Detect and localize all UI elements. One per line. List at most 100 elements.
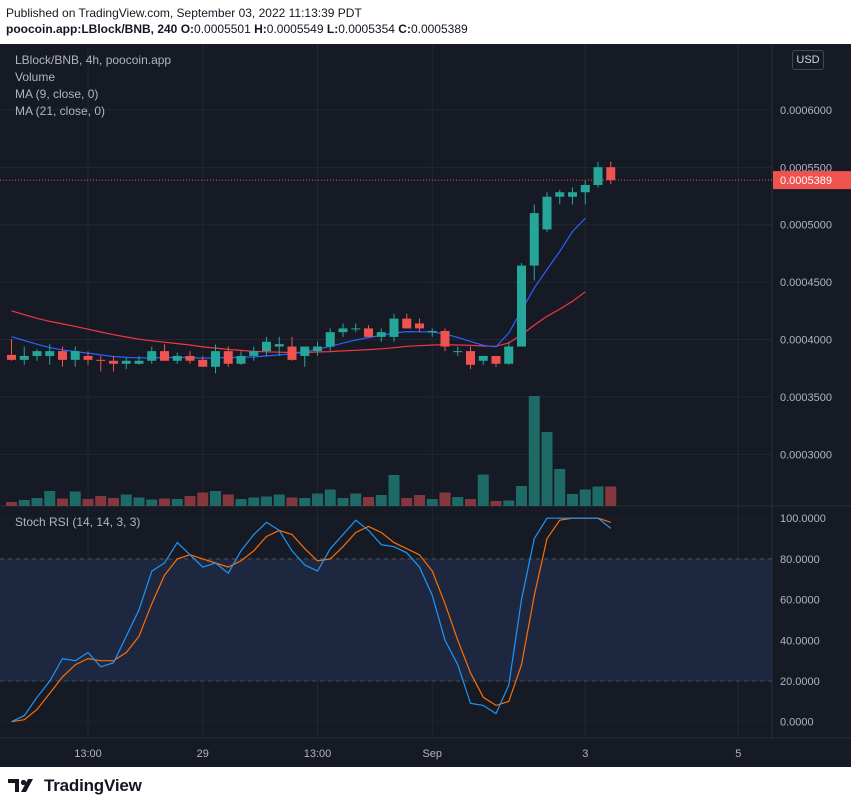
candle-body <box>529 213 539 266</box>
volume-bar <box>57 498 68 506</box>
open-value: 0.0005501 <box>194 22 251 36</box>
x-tick-label: 29 <box>197 748 209 760</box>
candle-body <box>223 351 233 364</box>
candle-body <box>427 330 437 333</box>
price-tick-label: 0.0004500 <box>780 277 832 289</box>
volume-bar <box>273 494 285 506</box>
open-label: O: <box>180 22 195 36</box>
candle-body <box>70 351 80 360</box>
volume-bar <box>159 498 170 506</box>
candle-body <box>7 354 16 360</box>
candle-body <box>453 351 463 353</box>
volume-bar <box>337 498 349 506</box>
volume-bar <box>579 489 591 506</box>
volume-bar <box>567 494 578 506</box>
volume-bar <box>554 469 566 506</box>
volume-bar <box>171 499 183 506</box>
last-price-label: 0.0005389 <box>780 175 832 187</box>
candle-body <box>172 355 182 361</box>
volume-bar <box>312 493 323 506</box>
close-value: 0.0005389 <box>410 22 468 36</box>
candle-body <box>287 346 297 360</box>
volume-bar <box>95 496 107 506</box>
x-tick-label: 3 <box>582 748 588 760</box>
candle-body <box>376 332 386 337</box>
candle-body <box>351 328 361 330</box>
x-tick-label: 5 <box>735 748 741 760</box>
candle-body <box>325 332 335 347</box>
ohlc-line: poocoin.app:LBlock/BNB, 240 O:0.0005501 … <box>6 22 468 36</box>
volume-bar <box>452 497 464 506</box>
published-text: Published on TradingView.com, September … <box>6 6 362 20</box>
volume-bar <box>82 499 94 506</box>
candle-body <box>491 355 501 364</box>
chart-canvas[interactable]: 13:00 29 13:00 Sep 3 5 0.0003000 0.0003500 0.000… <box>0 44 851 767</box>
volume-bar <box>235 499 247 506</box>
stoch-tick-label: 20.0000 <box>780 676 820 688</box>
stoch-tick-label: 0.0000 <box>780 717 814 729</box>
legend-ma21: MA (21, close, 0) <box>15 104 106 118</box>
volume-bar <box>120 494 132 506</box>
candle-body <box>478 355 488 361</box>
volume-bar <box>6 502 17 506</box>
close-label: C: <box>398 22 411 36</box>
candle-body <box>185 355 195 361</box>
volume-bar <box>44 491 56 506</box>
volume-bar <box>146 499 158 506</box>
tradingview-logo[interactable]: TradingView <box>8 776 142 796</box>
candle-body <box>32 351 42 356</box>
volume-bar <box>477 474 489 506</box>
volume-bar <box>592 486 604 506</box>
candle-body <box>466 351 475 365</box>
candle-body <box>134 360 144 364</box>
price-tick-label: 0.0003500 <box>780 392 832 404</box>
legend-volume: Volume <box>15 70 56 84</box>
x-tick-label: 13:00 <box>304 748 332 760</box>
volume-bar <box>69 491 81 506</box>
price-axis-panel[interactable] <box>772 44 851 767</box>
candle-body <box>542 196 552 230</box>
volume-bar <box>465 499 476 506</box>
volume-bar <box>401 498 413 506</box>
volume-bar <box>108 498 119 506</box>
stoch-tick-label: 80.0000 <box>780 554 820 566</box>
volume-bar <box>528 396 540 506</box>
volume-bar <box>18 500 30 506</box>
volume-bar <box>516 486 527 506</box>
price-tick-label: 0.0003000 <box>780 449 832 461</box>
price-tick-label: 0.0005000 <box>780 220 832 232</box>
candle-body <box>300 346 310 356</box>
currency-button[interactable]: USD <box>792 50 824 70</box>
price-tick-label: 0.0004000 <box>780 335 832 347</box>
high-value: 0.0005549 <box>266 22 324 36</box>
candle-body <box>415 323 424 329</box>
candle-body <box>517 265 526 347</box>
x-tick-label: 13:00 <box>74 748 102 760</box>
candle-body <box>389 318 399 337</box>
footer: TradingView <box>0 767 851 804</box>
volume-bar <box>324 489 336 506</box>
volume-bar <box>490 501 502 506</box>
candle-body <box>19 355 29 360</box>
stoch-tick-label: 40.0000 <box>780 635 820 647</box>
volume-bar <box>210 491 221 506</box>
ma9-line <box>11 217 586 359</box>
stoch-band <box>0 558 772 682</box>
volume-bar <box>375 495 387 506</box>
volume-bar <box>197 492 209 506</box>
price-tick-label: 0.0006000 <box>780 105 832 117</box>
volume-bar <box>222 494 234 506</box>
volume-bar <box>299 498 311 506</box>
chart-area[interactable]: 13:00 29 13:00 Sep 3 5 0.0003000 0.0003500 0.000… <box>0 44 851 767</box>
volume-bar <box>261 496 272 506</box>
legend-ma9: MA (9, close, 0) <box>15 87 99 101</box>
volume-bar <box>31 498 43 506</box>
candle-body <box>249 351 259 356</box>
candle-body <box>593 167 603 186</box>
candle-body <box>109 360 118 364</box>
x-tick-label: Sep <box>422 748 442 760</box>
candle-body <box>121 360 131 364</box>
volume-bar <box>363 497 374 506</box>
volume-bar <box>503 500 515 506</box>
candle-body <box>96 359 106 361</box>
